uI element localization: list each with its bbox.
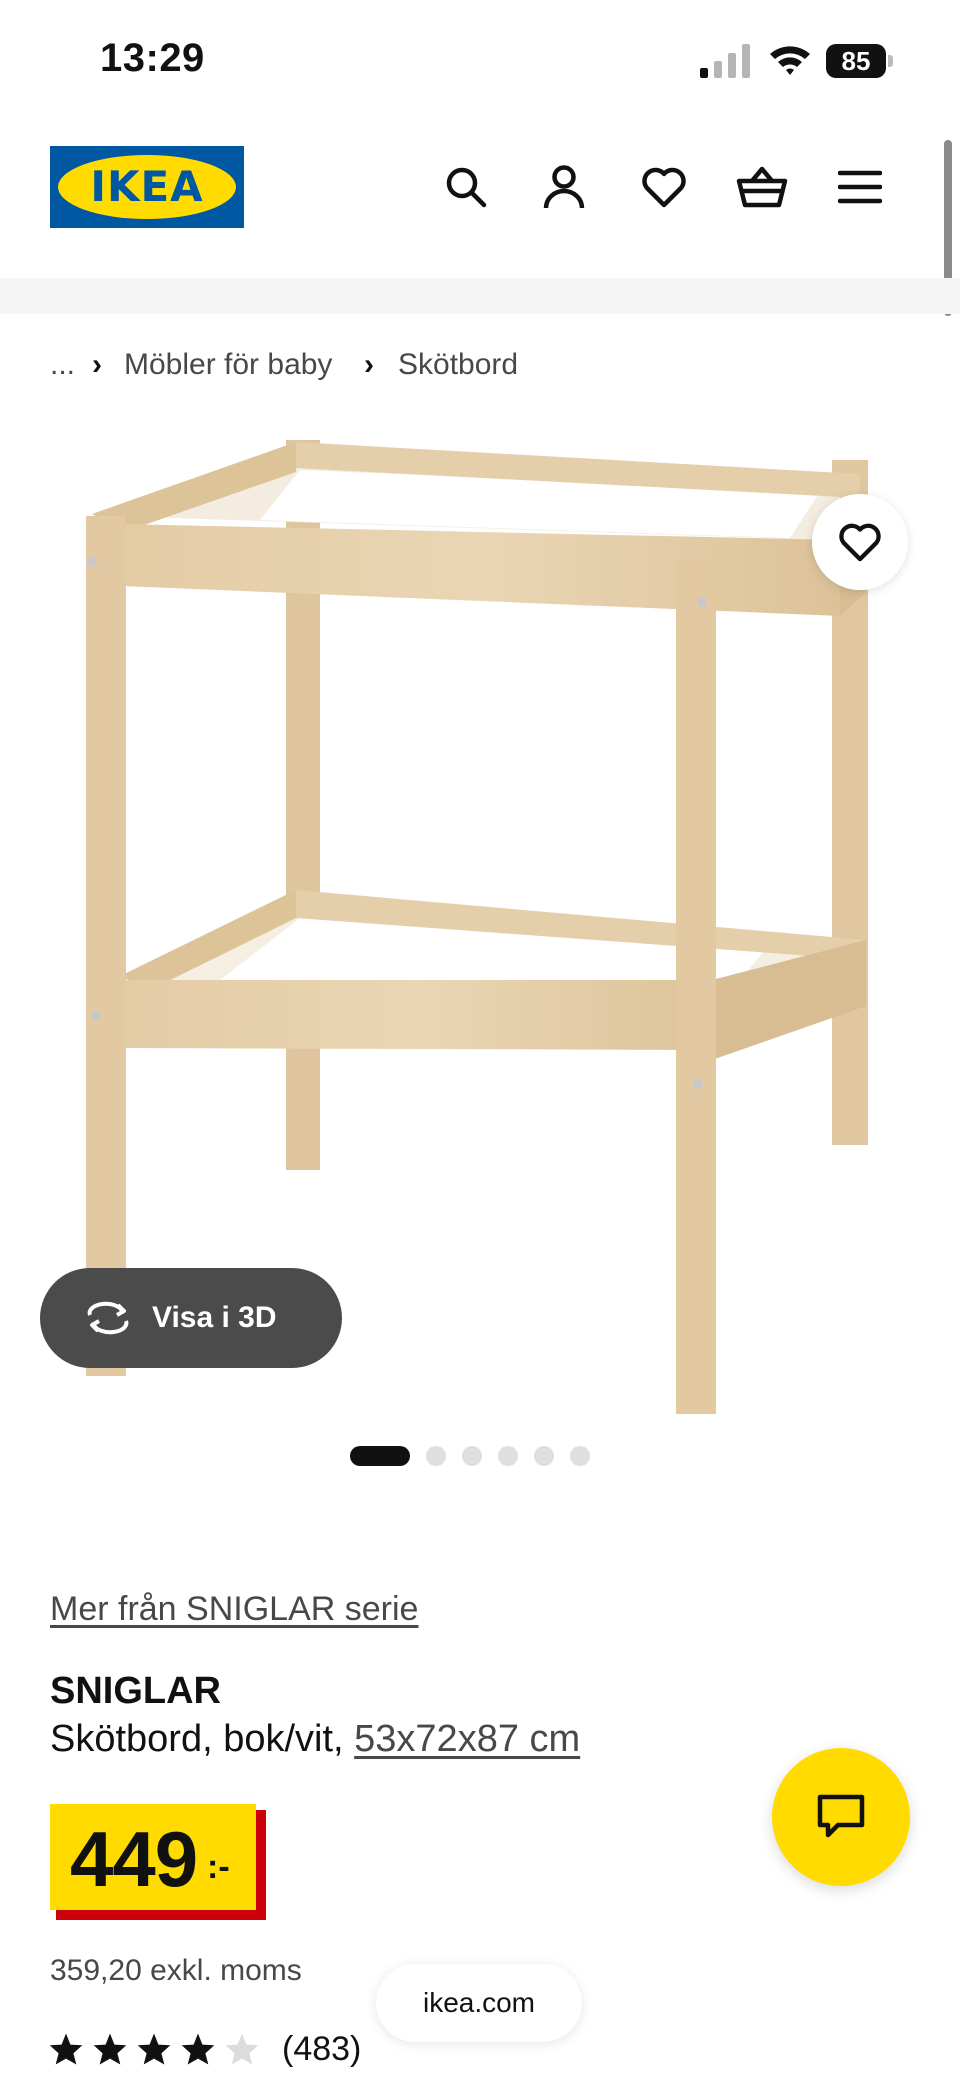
gallery-dot-5[interactable] [534, 1446, 554, 1466]
status-time: 13:29 [100, 36, 205, 80]
menu-button[interactable] [830, 157, 890, 217]
rating-stars[interactable] [48, 2032, 260, 2066]
breadcrumb-item-changing-tables[interactable]: Skötbord [398, 348, 518, 382]
heart-icon [839, 523, 881, 562]
logo-text: IKEA [90, 162, 204, 211]
product-name: SNIGLAR [50, 1670, 221, 1712]
chat-bubble-icon [817, 1794, 865, 1838]
gallery-dot-3[interactable] [462, 1446, 482, 1466]
browser-url-bar[interactable]: ikea.com [376, 1964, 582, 2042]
cellular-signal-icon [700, 44, 750, 78]
heart-icon [642, 167, 686, 208]
star-empty-icon [225, 2033, 259, 2065]
review-count[interactable]: (483) [282, 2030, 361, 2069]
product-type: Skötbord, bok/vit, [50, 1718, 355, 1760]
favorites-button[interactable] [634, 157, 694, 217]
cart-icon [736, 166, 788, 208]
price-suffix: :- [207, 1848, 230, 1886]
menu-icon [838, 170, 882, 204]
chevron-right-icon: › [92, 348, 102, 381]
cart-button[interactable] [732, 157, 792, 217]
view-in-3d-label: Visa i 3D [152, 1301, 277, 1334]
star-filled-icon [49, 2033, 83, 2065]
add-to-favorites-button[interactable] [812, 494, 908, 590]
gallery-dot-2[interactable] [426, 1446, 446, 1466]
price-excl-vat: 359,20 exkl. moms [50, 1954, 302, 1987]
header-divider-band [0, 278, 960, 314]
dimensions-link[interactable]: 53x72x87 cm [354, 1718, 580, 1760]
gallery-dot-4[interactable] [498, 1446, 518, 1466]
price-tag: 449 :- [50, 1804, 256, 1910]
breadcrumb-ellipsis[interactable]: ... [50, 348, 75, 382]
chevron-right-icon: › [364, 348, 374, 381]
series-link[interactable]: Mer från SNIGLAR serie [50, 1590, 418, 1629]
view-in-3d-button[interactable]: Visa i 3D [40, 1268, 342, 1368]
gallery-dot-6[interactable] [570, 1446, 590, 1466]
gallery-dot-1[interactable] [350, 1446, 410, 1466]
battery-indicator: 85 [826, 44, 896, 78]
star-filled-icon [181, 2033, 215, 2065]
battery-level: 85 [826, 44, 886, 78]
breadcrumb-item-baby-furniture[interactable]: Möbler för baby [124, 348, 332, 382]
search-icon [446, 167, 487, 208]
browser-url: ikea.com [422, 1987, 536, 2018]
ikea-logo[interactable]: IKEA [50, 146, 244, 228]
product-description: Skötbord, bok/vit, 53x72x87 cm [50, 1718, 580, 1761]
chat-button[interactable] [772, 1748, 910, 1886]
price-value: 449 [70, 1815, 198, 1903]
wifi-icon [770, 46, 810, 75]
account-button[interactable] [534, 157, 594, 217]
rotate-3d-icon [87, 1301, 129, 1335]
account-icon [543, 165, 585, 209]
star-filled-icon [137, 2033, 171, 2065]
star-filled-icon [93, 2033, 127, 2065]
search-button[interactable] [436, 157, 496, 217]
gallery-pagination [350, 1444, 590, 1468]
